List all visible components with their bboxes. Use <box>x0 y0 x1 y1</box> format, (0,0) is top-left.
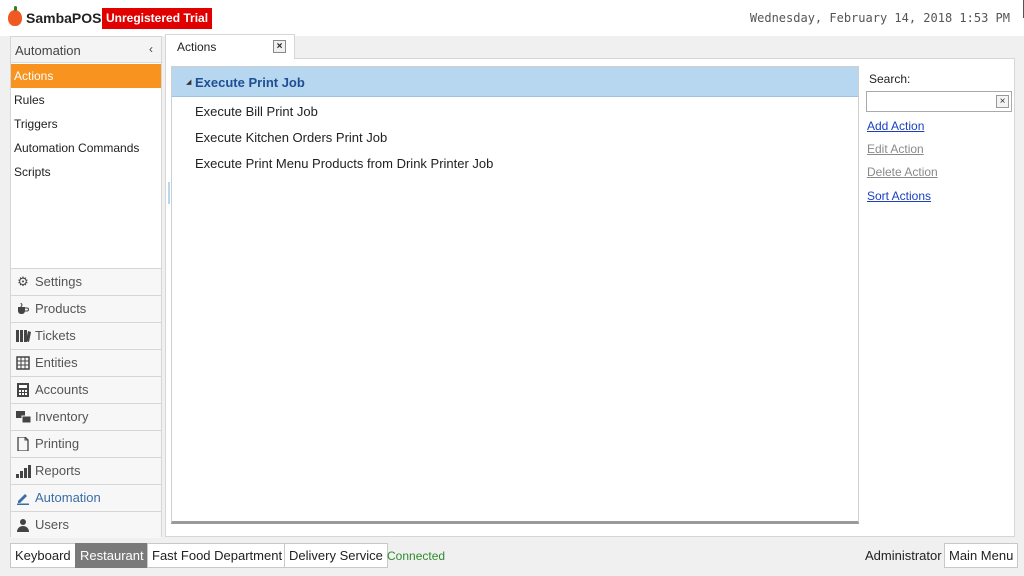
collapse-chevron-icon[interactable]: ‹ <box>149 42 153 56</box>
user-name: Administrator <box>865 548 942 563</box>
app-name: SambaPOS <box>26 10 102 26</box>
search-input[interactable] <box>869 94 995 109</box>
restaurant-button[interactable]: Restaurant <box>75 543 149 568</box>
connection-status: Connected <box>387 549 446 563</box>
module-accounts[interactable]: Accounts <box>11 376 161 403</box>
subnav-list: Actions Rules Triggers Automation Comman… <box>11 64 161 184</box>
table-icon <box>16 356 30 370</box>
module-users[interactable]: Users <box>11 511 161 538</box>
fast-food-department-button[interactable]: Fast Food Department <box>147 543 288 568</box>
coffee-cup-icon <box>16 302 30 316</box>
keyboard-button[interactable]: Keyboard <box>10 543 76 568</box>
add-action-link[interactable]: Add Action <box>867 119 924 133</box>
module-settings[interactable]: ⚙ Settings <box>11 268 161 295</box>
tickets-icon <box>16 329 31 343</box>
module-label: Printing <box>35 436 80 451</box>
module-label: Tickets <box>35 328 76 343</box>
module-inventory[interactable]: Inventory <box>11 403 161 430</box>
module-tickets[interactable]: Tickets <box>11 322 161 349</box>
module-products[interactable]: Products <box>11 295 161 322</box>
module-label: Products <box>35 301 87 316</box>
tab-actions[interactable]: Actions × <box>165 34 295 59</box>
calculator-icon <box>16 383 30 397</box>
module-label: Entities <box>35 355 78 370</box>
module-list: ⚙ Settings Products Tickets Entities Acc… <box>11 268 161 538</box>
search-label: Search: <box>869 72 911 86</box>
module-entities[interactable]: Entities <box>11 349 161 376</box>
section-header[interactable]: Automation ‹ <box>11 37 161 63</box>
datetime-display: Wednesday, February 14, 2018 1:53 PM <box>749 11 1010 25</box>
module-label: Settings <box>35 274 82 289</box>
pen-icon <box>16 491 30 505</box>
module-label: Inventory <box>35 409 89 424</box>
list-item[interactable]: Execute Print Menu Products from Drink P… <box>172 151 858 177</box>
subnav-item-automation-commands[interactable]: Automation Commands <box>11 136 161 160</box>
tab-label: Actions <box>177 40 217 54</box>
search-box: × <box>866 91 1012 112</box>
sort-actions-link[interactable]: Sort Actions <box>867 189 931 203</box>
scroll-marker <box>168 182 170 204</box>
left-navigation: Automation ‹ Actions Rules Triggers Auto… <box>10 36 162 538</box>
module-label: Accounts <box>35 382 89 397</box>
subnav-item-triggers[interactable]: Triggers <box>11 112 161 136</box>
sambapos-logo-icon <box>8 6 22 26</box>
clear-icon[interactable]: × <box>996 95 1009 108</box>
module-printing[interactable]: Printing <box>11 430 161 457</box>
delete-action-link[interactable]: Delete Action <box>867 165 938 179</box>
trial-badge: Unregistered Trial <box>102 8 213 29</box>
module-label: Users <box>35 517 69 532</box>
subnav-item-scripts[interactable]: Scripts <box>11 160 161 184</box>
bar-chart-icon <box>16 464 31 478</box>
subnav-item-rules[interactable]: Rules <box>11 88 161 112</box>
module-label: Reports <box>35 463 81 478</box>
group-label: Execute Print Job <box>195 75 305 90</box>
actions-list: ◢ Execute Print Job Execute Bill Print J… <box>171 66 859 524</box>
app-header: SambaPOS Unregistered Trial Wednesday, F… <box>0 0 1024 36</box>
module-automation[interactable]: Automation <box>11 484 161 511</box>
list-item[interactable]: Execute Kitchen Orders Print Job <box>172 125 858 151</box>
document-icon <box>16 436 30 452</box>
subnav-item-actions[interactable]: Actions <box>11 64 161 88</box>
list-item[interactable]: Execute Bill Print Job <box>172 99 858 125</box>
edit-action-link[interactable]: Edit Action <box>867 142 924 156</box>
close-icon[interactable]: × <box>273 40 286 53</box>
list-rows: Execute Bill Print Job Execute Kitchen O… <box>172 99 858 177</box>
section-title: Automation <box>15 43 81 58</box>
group-header[interactable]: ◢ Execute Print Job <box>172 67 858 97</box>
expand-arrow-icon[interactable]: ◢ <box>186 78 191 86</box>
main-menu-button[interactable]: Main Menu <box>944 543 1019 568</box>
inventory-icon <box>16 410 32 424</box>
delivery-service-button[interactable]: Delivery Service <box>284 543 388 568</box>
gear-icon: ⚙ <box>17 274 29 289</box>
module-label: Automation <box>35 490 101 505</box>
module-reports[interactable]: Reports <box>11 457 161 484</box>
user-icon <box>16 518 30 532</box>
